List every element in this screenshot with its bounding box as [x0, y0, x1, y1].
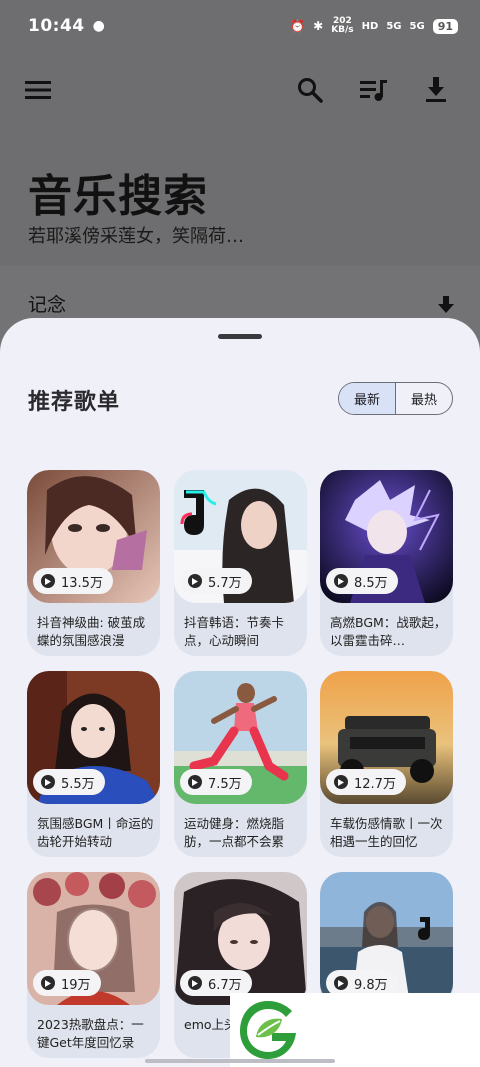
playlist-icon	[360, 80, 387, 101]
status-icons: ⏰ ✱ 202 KB/s HD 5G 5G 91	[290, 17, 458, 35]
play-count: 19万	[33, 970, 101, 996]
download-icon[interactable]	[436, 296, 456, 316]
playlist-card[interactable]: 7.5万 运动健身：燃烧脂肪，一点都不会累	[174, 671, 307, 857]
download-button[interactable]	[414, 68, 458, 112]
play-icon	[334, 574, 348, 588]
play-icon	[41, 976, 55, 990]
top-toolbar	[0, 68, 480, 114]
playlist-card[interactable]: 5.5万 氛围感BGM丨命运的齿轮开始转动	[27, 671, 160, 857]
play-count: 7.5万	[180, 769, 252, 795]
bluetooth-icon: ✱	[313, 19, 324, 33]
playlist-card[interactable]: 5.7万 抖音韩语：节奏卡点，心动瞬间	[174, 470, 307, 656]
play-count: 5.7万	[180, 568, 252, 594]
play-count: 12.7万	[326, 769, 406, 795]
play-count: 8.5万	[326, 568, 398, 594]
search-button[interactable]	[288, 68, 332, 112]
playlist-name: 2023热歌盘点：一键Get年度回忆录	[37, 1017, 144, 1050]
battery-level: 91	[432, 18, 458, 34]
playlist-card[interactable]: 13.5万 抖音神级曲: 破茧成蝶的氛围感浪漫	[27, 470, 160, 656]
network-speed: 202 KB/s	[331, 16, 354, 35]
play-icon	[188, 574, 202, 588]
signal-5g-2: 5G	[409, 20, 425, 32]
play-icon	[41, 574, 55, 588]
play-icon	[41, 775, 55, 789]
leaf-logo-icon	[240, 1001, 296, 1059]
play-icon	[188, 775, 202, 789]
recommend-sheet: 推荐歌单 最新 最热 13.5万 抖音神级曲: 破茧成蝶的氛围感浪漫 5.7万 …	[0, 318, 480, 1067]
menu-button[interactable]	[16, 68, 60, 112]
gesture-bar[interactable]	[145, 1059, 335, 1063]
play-icon	[334, 976, 348, 990]
sort-toggle: 最新 最热	[338, 382, 453, 415]
status-bar: 10:44 ● ⏰ ✱ 202 KB/s HD 5G 5G 91	[0, 0, 480, 52]
page-subtitle: 若耶溪傍采莲女，笑隔荷…	[28, 226, 244, 247]
search-icon	[298, 78, 323, 103]
play-count: 13.5万	[33, 568, 113, 594]
play-icon	[188, 976, 202, 990]
play-icon	[334, 775, 348, 789]
download-icon	[426, 77, 446, 102]
song-title: 记念	[28, 294, 67, 316]
playlist-card[interactable]: 8.5万 高燃BGM：战歌起，以雷霆击碎…	[320, 470, 453, 656]
playlist-name: 抖音神级曲: 破茧成蝶的氛围感浪漫	[37, 615, 146, 648]
menu-icon	[25, 81, 51, 99]
signal-5g-1: 5G	[386, 20, 402, 32]
playlist-card[interactable]: 12.7万 车载伤感情歌丨一次相遇一生的回忆	[320, 671, 453, 857]
status-time: 10:44	[28, 16, 85, 36]
playlist-card[interactable]: 19万 2023热歌盘点：一键Get年度回忆录	[27, 872, 160, 1058]
alarm-icon: ⏰	[290, 19, 306, 33]
tab-hottest[interactable]: 最热	[395, 383, 452, 414]
page-title: 音乐搜索	[28, 171, 208, 222]
playlist-name: 氛围感BGM丨命运的齿轮开始转动	[37, 816, 154, 849]
globe-icon: ●	[92, 18, 105, 34]
playlist-button[interactable]	[352, 68, 396, 112]
playlist-name: 高燃BGM：战歌起，以雷霆击碎…	[330, 615, 447, 648]
drag-handle[interactable]	[218, 334, 262, 339]
tab-latest[interactable]: 最新	[339, 383, 395, 414]
watermark-logo-area	[230, 993, 480, 1067]
play-count: 5.5万	[33, 769, 105, 795]
playlist-name: 抖音韩语：节奏卡点，心动瞬间	[184, 615, 285, 648]
hd-badge: HD	[361, 20, 379, 32]
playlist-name: 车载伤感情歌丨一次相遇一生的回忆	[330, 816, 443, 849]
sheet-title: 推荐歌单	[28, 390, 121, 415]
playlist-name: 运动健身：燃烧脂肪，一点都不会累	[184, 816, 285, 849]
